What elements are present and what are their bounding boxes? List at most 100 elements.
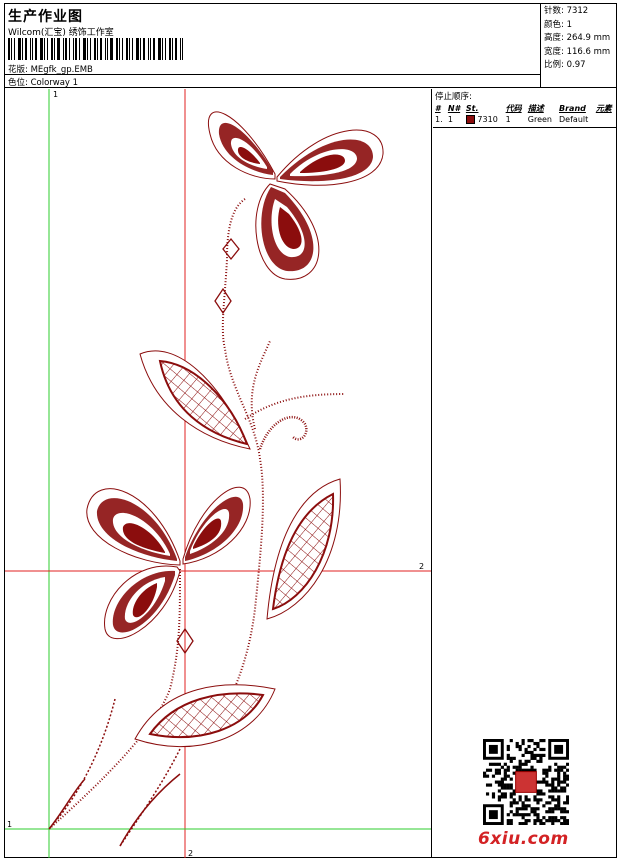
barcode-bar (54, 38, 55, 60)
barcode-bar (126, 38, 128, 60)
qr-module (530, 756, 534, 760)
barcode-bar (116, 38, 118, 60)
qr-module (557, 765, 561, 769)
qr-module (542, 771, 546, 775)
qr-module (533, 819, 537, 823)
qr-finder (488, 744, 498, 754)
qr-module (551, 816, 555, 820)
qr-module (536, 798, 540, 802)
qr-module (551, 810, 555, 814)
qr-module (551, 795, 555, 799)
qr-module (533, 795, 537, 799)
barcode-bar (30, 38, 31, 60)
header-left: 生产作业图 Wilcom(汇宝) 绣饰工作室 花版: MEgfk_gp.EMB … (5, 4, 541, 88)
qr-module (521, 804, 525, 808)
qr-module (497, 762, 501, 766)
col-header: Brand (559, 104, 586, 113)
qr-module (560, 789, 564, 793)
qr-module (566, 768, 570, 772)
qr-module (530, 765, 534, 769)
barcode-bar (75, 38, 77, 60)
qr-module (551, 786, 555, 790)
qr-module (521, 822, 525, 826)
qr-module (518, 744, 522, 749)
qr-module (545, 771, 549, 775)
qr-module (506, 774, 510, 778)
qr-module (563, 801, 567, 805)
qr-module (557, 771, 561, 775)
qr-module (545, 768, 549, 772)
qr-module (560, 765, 564, 769)
qr-module (554, 807, 558, 811)
qr-module (521, 741, 525, 746)
qr-module (518, 822, 522, 826)
qr-module (497, 780, 501, 784)
qr-module (527, 819, 531, 823)
qr-module (521, 813, 525, 817)
qr-module (494, 762, 499, 766)
qr-module (503, 786, 507, 790)
qr-module (542, 816, 546, 820)
qr-module (566, 822, 570, 826)
barcode-bar (132, 38, 133, 60)
qr-module (512, 756, 516, 760)
barcode-bar (83, 38, 86, 60)
qr-module (518, 747, 522, 752)
barcode-bar (73, 38, 74, 60)
qr-module (533, 807, 537, 811)
qr-module (560, 822, 564, 826)
qr-module (515, 765, 519, 769)
qr-module (539, 759, 543, 763)
company-name: Wilcom(汇宝) 绣饰工作室 (8, 28, 114, 38)
qr-module (536, 759, 540, 763)
barcode-bar (105, 38, 106, 60)
row-description: Green (527, 115, 552, 124)
qr-center-stamp (515, 771, 537, 793)
barcode-bar (140, 38, 141, 60)
qr-module (524, 807, 528, 811)
qr-module (551, 822, 555, 826)
qr-module (483, 771, 487, 775)
barcode-bar (51, 38, 53, 60)
qr-module (545, 774, 549, 778)
qr-module (506, 747, 510, 752)
qr-module (536, 819, 540, 823)
qr-module (524, 798, 528, 802)
qr-module (551, 789, 555, 793)
qr-module (554, 786, 558, 790)
qr-module (530, 807, 534, 811)
leaf-upper (139, 350, 251, 450)
barcode-bar (165, 38, 166, 60)
row-element (594, 114, 616, 125)
qr-module (521, 753, 525, 757)
thread-swatch (465, 115, 475, 124)
qr-module (515, 741, 519, 746)
barcode-bar (162, 38, 163, 60)
qr-module (563, 822, 567, 826)
qr-module (542, 780, 546, 784)
embroidery-preview: 1 2 2 1 (5, 89, 431, 858)
barcode-bar (69, 38, 70, 60)
col-header: 元素 (595, 104, 612, 113)
qr-module (527, 744, 531, 749)
qr-module (548, 768, 552, 772)
qr-module (509, 801, 513, 805)
qr-module (500, 780, 504, 784)
qr-module (539, 798, 543, 802)
guide-label-h2: 2 (419, 562, 424, 571)
qr-module (488, 768, 493, 772)
qr-module (557, 789, 561, 793)
qr-module (539, 789, 543, 793)
qr-module (527, 813, 531, 817)
qr-module (509, 739, 513, 743)
qr-module (563, 777, 567, 781)
qr-module (515, 801, 519, 805)
qr-module (509, 792, 513, 796)
qr-module (497, 798, 501, 802)
qr-module (485, 774, 490, 778)
qr-module (509, 786, 513, 790)
qr-module (560, 816, 564, 820)
qr-module (494, 768, 499, 772)
row-number: 1 (447, 115, 453, 124)
qr-module (497, 795, 501, 799)
